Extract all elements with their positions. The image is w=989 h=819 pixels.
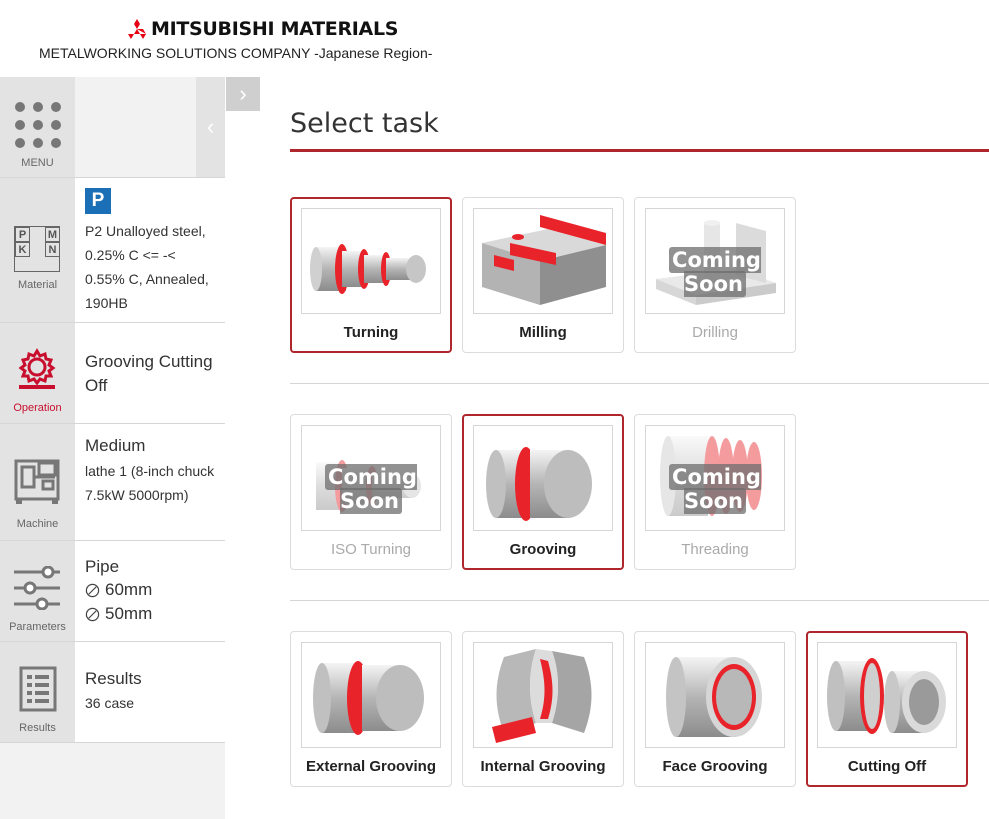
sidebar-item-machine[interactable]: Machine Medium lathe 1 (8-inch chuck 7.5…: [0, 424, 225, 541]
diameter-icon: [85, 583, 100, 597]
task-label: External Grooving: [305, 758, 437, 775]
machine-title: Medium: [85, 436, 146, 455]
coming-soon-overlay: Coming Soon: [646, 247, 784, 297]
sidebar-menu[interactable]: MENU ‹: [0, 77, 225, 178]
task-card-threading: Coming Soon Threading: [634, 414, 796, 570]
inner-diameter: 50mm: [85, 604, 219, 624]
grooving-thumbnail: [473, 425, 613, 531]
task-label: Turning: [343, 324, 399, 341]
chevron-right-icon: ›: [239, 81, 247, 106]
results-caption: Results: [19, 722, 56, 734]
coming-soon-overlay: Coming Soon: [646, 464, 784, 514]
gear-icon: [18, 348, 56, 389]
task-label: ISO Turning: [330, 541, 412, 558]
menu-caption: MENU: [21, 157, 54, 169]
material-class-badge: P: [85, 188, 111, 214]
sidebar-item-operation[interactable]: Operation Grooving Cutting Off: [0, 323, 225, 424]
machine-icon-cell: Machine: [0, 424, 75, 540]
task-card-iso-turning: Coming Soon ISO Turning: [290, 414, 452, 570]
turning-thumbnail: [301, 208, 441, 314]
external-grooving-thumbnail: [301, 642, 441, 748]
external-grooving-part-icon: [313, 661, 424, 735]
task-card-grooving[interactable]: Grooving: [462, 414, 624, 570]
menu-cell[interactable]: MENU: [0, 77, 75, 177]
parameters-icon-cell: Parameters: [0, 541, 75, 641]
cutting-off-thumbnail: [817, 642, 957, 748]
cutting-off-part-icon: [827, 658, 946, 734]
parameters-caption: Parameters: [9, 621, 66, 633]
sidebar-empty: [0, 743, 225, 819]
results-list-icon: [19, 666, 57, 712]
title-underline: [290, 149, 989, 152]
machine-caption: Machine: [16, 518, 59, 530]
operation-caption: Operation: [13, 402, 62, 414]
drilling-thumbnail: Coming Soon: [645, 208, 785, 314]
sidebar-item-parameters[interactable]: Parameters Pipe 60mm 50mm: [0, 541, 225, 642]
threading-thumbnail: Coming Soon: [645, 425, 785, 531]
grooving-part-icon: [486, 447, 592, 521]
operation-value: Grooving Cutting Off: [85, 352, 213, 395]
page-title: Select task: [290, 108, 439, 139]
task-card-cutting-off[interactable]: Cutting Off: [806, 631, 968, 787]
material-caption: Material: [17, 279, 58, 291]
parameters-title: Pipe: [85, 557, 120, 576]
brand[interactable]: MITSUBISHI MATERIALS: [126, 18, 398, 40]
inner-diameter-value: 50mm: [105, 604, 153, 623]
results-icon-cell: Results: [0, 642, 75, 742]
task-label: Grooving: [509, 541, 577, 558]
iso-turning-thumbnail: Coming Soon: [301, 425, 441, 531]
task-card-drilling: Coming Soon Drilling: [634, 197, 796, 353]
task-label: Cutting Off: [847, 758, 927, 775]
task-label: Drilling: [692, 324, 738, 341]
expand-button[interactable]: ›: [226, 77, 260, 111]
diameter-icon: [85, 607, 100, 621]
task-card-face-grooving[interactable]: Face Grooving: [634, 631, 796, 787]
internal-grooving-thumbnail: [473, 642, 613, 748]
collapse-sidebar-button[interactable]: ‹: [196, 77, 225, 177]
task-card-internal-grooving[interactable]: Internal Grooving: [462, 631, 624, 787]
task-label: Face Grooving: [662, 758, 768, 775]
chevron-left-icon: ‹: [206, 114, 215, 139]
milling-thumbnail: [473, 208, 613, 314]
lathe-machine-icon: [14, 459, 60, 504]
results-count: 36 case: [85, 695, 135, 711]
results-title: Results: [85, 669, 142, 688]
sidebar-item-material[interactable]: P M K N Material P P2 Unalloyed steel, 0…: [0, 178, 225, 323]
brand-name: MITSUBISHI MATERIALS: [151, 18, 399, 40]
internal-grooving-part-icon: [492, 649, 592, 743]
task-label: Internal Grooving: [480, 758, 606, 775]
material-description: P2 Unalloyed steel, 0.25% C <= -< 0.55% …: [85, 223, 209, 311]
task-card-turning[interactable]: Turning: [290, 197, 452, 353]
sliders-icon: [14, 566, 60, 610]
menu-grid-icon[interactable]: [15, 102, 61, 148]
turning-part-icon: [310, 244, 426, 294]
row-separator: [290, 600, 989, 601]
milling-part-icon: [482, 215, 606, 305]
face-grooving-part-icon: [666, 657, 762, 737]
task-card-milling[interactable]: Milling: [462, 197, 624, 353]
mitsubishi-logo-icon: [128, 19, 146, 39]
sidebar: MENU ‹ P M K N Material P P2 Unalloyed s…: [0, 77, 225, 819]
operation-icon-cell: Operation: [0, 323, 75, 423]
face-grooving-thumbnail: [645, 642, 785, 748]
task-card-external-grooving[interactable]: External Grooving: [290, 631, 452, 787]
coming-soon-overlay: Coming Soon: [302, 464, 440, 514]
pmkn-grid-icon: P M K N: [14, 226, 60, 272]
machine-description: lathe 1 (8-inch chuck 7.5kW 5000rpm): [85, 463, 215, 503]
outer-diameter: 60mm: [85, 580, 219, 600]
task-label: Milling: [519, 324, 567, 341]
row-separator: [290, 383, 989, 384]
outer-diameter-value: 60mm: [105, 580, 153, 599]
material-icon-cell: P M K N Material: [0, 178, 75, 322]
header: MITSUBISHI MATERIALS METALWORKING SOLUTI…: [0, 0, 989, 77]
task-label: Threading: [681, 541, 749, 558]
sidebar-item-results[interactable]: Results Results 36 case: [0, 642, 225, 743]
brand-subtitle: METALWORKING SOLUTIONS COMPANY -Japanese…: [39, 45, 433, 61]
